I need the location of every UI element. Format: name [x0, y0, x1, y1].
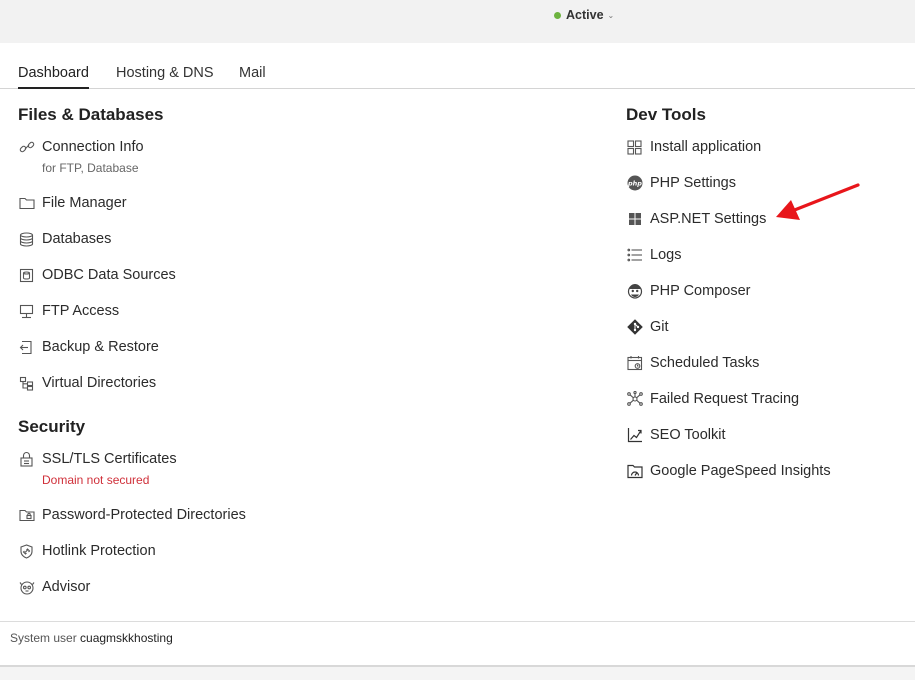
ssl-tls-certificates-link[interactable]: SSL/TLS Certificates [18, 449, 177, 469]
tab-bar: Dashboard Hosting & DNS Mail [0, 43, 915, 89]
status-label: Active [566, 8, 604, 22]
advisor-icon [18, 579, 35, 596]
status-dot [554, 11, 561, 19]
top-bar: Active ⌄ [0, 0, 915, 43]
php-composer-label: PHP Composer [650, 283, 751, 299]
password-protected-directories-label: Password-Protected Directories [42, 507, 246, 523]
backup-restore-label: Backup & Restore [42, 339, 159, 355]
shield-icon [18, 543, 35, 560]
file-manager-label: File Manager [42, 195, 127, 211]
folder-icon [18, 195, 35, 212]
odbc-icon [18, 267, 35, 284]
ftp-access-link[interactable]: FTP Access [18, 301, 119, 321]
virtual-directories-icon [18, 375, 35, 392]
svg-text:php: php [627, 180, 642, 188]
failed-request-tracing-label: Failed Request Tracing [650, 391, 800, 407]
protected-folder-icon [18, 507, 35, 524]
install-application-link[interactable]: Install application [626, 137, 761, 157]
connection-info-link[interactable]: Connection Info [18, 137, 144, 157]
security-title: Security [18, 417, 86, 436]
google-pagespeed-insights-label: Google PageSpeed Insights [650, 463, 831, 479]
odbc-data-sources-link[interactable]: ODBC Data Sources [18, 265, 176, 285]
logs-link[interactable]: Logs [626, 245, 681, 265]
windows-icon [626, 211, 643, 228]
connection-info-subtext: for FTP, Database [42, 161, 139, 175]
hotlink-protection-link[interactable]: Hotlink Protection [18, 541, 156, 561]
connection-info-label: Connection Info [42, 139, 144, 155]
databases-label: Databases [42, 231, 112, 247]
logs-label: Logs [650, 247, 682, 263]
dev-tools-title: Dev Tools [626, 105, 706, 124]
password-protected-directories-link[interactable]: Password-Protected Directories [18, 505, 246, 525]
failed-request-tracing-link[interactable]: Failed Request Tracing [626, 389, 799, 409]
link-icon [18, 139, 35, 156]
php-icon: php [626, 175, 643, 192]
system-username: cuagmskkhosting [80, 631, 173, 645]
lock-icon [18, 451, 35, 468]
system-user-prefix: System user [10, 631, 77, 645]
git-icon [626, 319, 643, 336]
seo-toolkit-link[interactable]: SEO Toolkit [626, 425, 726, 445]
scheduled-tasks-link[interactable]: Scheduled Tasks [626, 353, 759, 373]
git-label: Git [650, 319, 669, 335]
tracing-icon [626, 391, 643, 408]
backup-icon [18, 339, 35, 356]
files-databases-title: Files & Databases [18, 105, 164, 124]
annotation-arrow [776, 183, 860, 220]
calendar-icon [626, 355, 643, 372]
git-link[interactable]: Git [626, 317, 669, 337]
install-application-label: Install application [650, 139, 762, 155]
php-settings-link[interactable]: php PHP Settings [626, 173, 736, 193]
chevron-down-icon: ⌄ [607, 10, 615, 20]
advisor-label: Advisor [42, 579, 91, 595]
php-composer-link[interactable]: PHP Composer [626, 281, 750, 301]
ssl-tls-certificates-label: SSL/TLS Certificates [42, 451, 177, 467]
tab-dashboard[interactable]: Dashboard [18, 65, 89, 89]
system-user-info: System user cuagmskkhosting [10, 631, 173, 645]
tab-mail[interactable]: Mail [239, 65, 266, 87]
list-icon [626, 247, 643, 264]
google-pagespeed-insights-link[interactable]: Google PageSpeed Insights [626, 461, 831, 481]
seo-toolkit-label: SEO Toolkit [650, 427, 726, 443]
database-icon [18, 231, 35, 248]
grid-icon [626, 139, 643, 156]
composer-icon [626, 283, 643, 300]
pagespeed-icon [626, 463, 643, 480]
scheduled-tasks-label: Scheduled Tasks [650, 355, 760, 371]
advisor-link[interactable]: Advisor [18, 577, 90, 597]
chart-icon [626, 427, 643, 444]
ssl-status-warning: Domain not secured [42, 473, 150, 487]
asp-net-settings-label: ASP.NET Settings [650, 211, 767, 227]
file-manager-link[interactable]: File Manager [18, 193, 127, 213]
status-dropdown[interactable]: Active ⌄ [554, 8, 614, 22]
asp-net-settings-link[interactable]: ASP.NET Settings [626, 209, 766, 229]
odbc-data-sources-label: ODBC Data Sources [42, 267, 176, 283]
virtual-directories-label: Virtual Directories [42, 375, 157, 391]
ftp-icon [18, 303, 35, 320]
php-settings-label: PHP Settings [650, 175, 736, 191]
databases-link[interactable]: Databases [18, 229, 111, 249]
virtual-directories-link[interactable]: Virtual Directories [18, 373, 156, 393]
footer-divider [0, 621, 915, 622]
tab-hosting-dns[interactable]: Hosting & DNS [116, 65, 214, 87]
hotlink-protection-label: Hotlink Protection [42, 543, 156, 559]
bottom-strip [0, 667, 915, 680]
ftp-access-label: FTP Access [42, 303, 120, 319]
backup-restore-link[interactable]: Backup & Restore [18, 337, 159, 357]
